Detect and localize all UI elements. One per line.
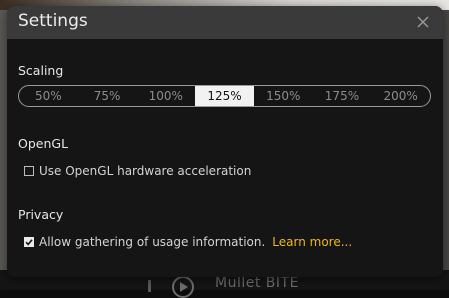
- scaling-option-150[interactable]: 150%: [254, 86, 313, 106]
- dialog-title: Settings: [18, 11, 88, 31]
- scaling-option-175[interactable]: 175%: [313, 86, 372, 106]
- opengl-checkbox-row: Use OpenGL hardware acceleration: [24, 164, 251, 178]
- background-track-title: Mullet BITE: [215, 275, 299, 291]
- opengl-section-label: OpenGL: [18, 136, 69, 151]
- usage-info-checkbox-label[interactable]: Allow gathering of usage information.: [39, 235, 265, 249]
- scaling-option-50[interactable]: 50%: [19, 86, 78, 106]
- settings-dialog: Settings Scaling 50% 75% 100% 125% 150% …: [7, 6, 443, 277]
- close-icon[interactable]: [415, 14, 431, 30]
- scaling-option-200[interactable]: 200%: [371, 86, 430, 106]
- background-play-icon: [172, 276, 194, 298]
- privacy-section-label: Privacy: [18, 207, 64, 222]
- background-bar-marker: [148, 280, 151, 292]
- scaling-option-75[interactable]: 75%: [78, 86, 137, 106]
- opengl-checkbox[interactable]: [24, 166, 34, 176]
- scaling-option-100[interactable]: 100%: [136, 86, 195, 106]
- usage-info-checkbox[interactable]: [24, 237, 34, 247]
- scaling-segmented-control: 50% 75% 100% 125% 150% 175% 200%: [18, 85, 431, 107]
- dialog-titlebar: Settings: [7, 6, 443, 39]
- learn-more-link[interactable]: Learn more...: [272, 235, 352, 249]
- scaling-section-label: Scaling: [18, 63, 64, 78]
- opengl-checkbox-label[interactable]: Use OpenGL hardware acceleration: [39, 164, 251, 178]
- privacy-checkbox-row: Allow gathering of usage information. Le…: [24, 235, 352, 249]
- scaling-option-125[interactable]: 125%: [195, 86, 254, 106]
- checkmark-icon: [25, 239, 33, 246]
